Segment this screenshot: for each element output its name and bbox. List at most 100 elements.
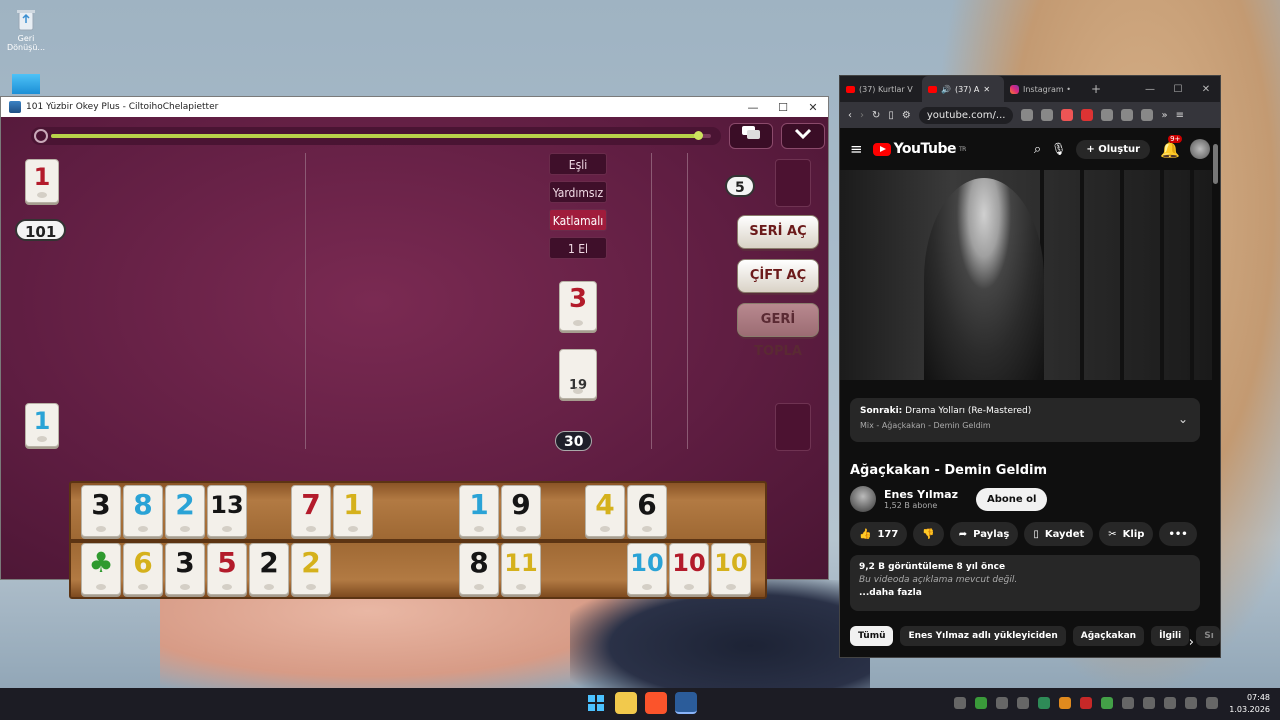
tab-youtube-2[interactable]: 🔊 (37) A ✕	[922, 76, 1004, 102]
tray-app-icon[interactable]	[975, 697, 987, 709]
forward-icon[interactable]: ›	[860, 110, 864, 121]
channel-avatar[interactable]	[850, 486, 876, 512]
tab-instagram[interactable]: Instagram •	[1004, 76, 1086, 102]
reload-icon[interactable]: ↻	[872, 110, 880, 121]
hamburger-icon[interactable]: ≡	[850, 140, 863, 158]
rack-tile[interactable]: 2	[291, 543, 331, 595]
rack-tile[interactable]: 2	[249, 543, 289, 595]
microphone-icon[interactable]: 🎙	[1051, 142, 1066, 156]
share-icon[interactable]	[1041, 109, 1054, 121]
search-icon[interactable]: ⌕	[1034, 142, 1041, 157]
video-player[interactable]	[840, 170, 1212, 380]
like-button[interactable]: 👍 177	[850, 522, 908, 546]
tab-youtube-1[interactable]: (37) Kurtlar V	[840, 76, 922, 102]
chip-artist[interactable]: Ağaçkakan	[1072, 626, 1145, 646]
tray-app-icon[interactable]	[1038, 697, 1050, 709]
clip-button[interactable]: ✂ Klip	[1099, 522, 1154, 546]
indicator-tile[interactable]: 1	[25, 403, 59, 447]
bookmark-icon[interactable]: ▯	[888, 110, 894, 121]
dislike-button[interactable]: 👎	[913, 522, 944, 546]
chevron-right-icon[interactable]: ›	[1189, 635, 1194, 650]
tray-app-icon[interactable]	[1122, 697, 1134, 709]
description-box[interactable]: 9,2 B görüntüleme 8 yıl önce Bu videoda …	[850, 555, 1200, 611]
rack-tile[interactable]: 10	[627, 543, 667, 595]
network-icon[interactable]	[1164, 697, 1176, 709]
rack-tile[interactable]: 11	[501, 543, 541, 595]
rack-tile[interactable]: 8	[459, 543, 499, 595]
menu-icon[interactable]: ≡	[1176, 110, 1184, 121]
rack-tile[interactable]: 13	[207, 485, 247, 537]
more-extensions-icon[interactable]: »	[1161, 110, 1167, 121]
rack-tile[interactable]: 10	[669, 543, 709, 595]
chip-related[interactable]: İlgili	[1151, 626, 1190, 646]
new-tab-button[interactable]: +	[1086, 82, 1106, 96]
extension-icon[interactable]	[1081, 109, 1094, 121]
rack-tile[interactable]: 6	[123, 543, 163, 595]
show-more-link[interactable]: ...daha fazla	[859, 588, 1191, 598]
joker-tile[interactable]: ♣	[81, 543, 121, 595]
ai-icon[interactable]	[1121, 109, 1134, 121]
shield-icon[interactable]	[1141, 109, 1154, 121]
rack-tile[interactable]: 8	[123, 485, 163, 537]
geri-topla-button[interactable]: GERİ TOPLA	[737, 303, 819, 359]
chip-more[interactable]: Sı	[1196, 626, 1221, 646]
save-button[interactable]: ▯ Kaydet	[1024, 522, 1094, 546]
rack-tile[interactable]: 5	[207, 543, 247, 595]
tray-app-icon[interactable]	[1101, 697, 1113, 709]
file-explorer-icon[interactable]	[615, 692, 637, 714]
avatar[interactable]	[1190, 139, 1210, 159]
rack-tile[interactable]: 9	[501, 485, 541, 537]
rack-tile[interactable]: 10	[711, 543, 751, 595]
rack-tile[interactable]: 4	[585, 485, 625, 537]
rack-tile[interactable]: 7	[291, 485, 331, 537]
wallet-icon[interactable]	[1101, 109, 1114, 121]
chevron-down-icon[interactable]: ⌄	[1178, 412, 1188, 426]
url-field[interactable]: youtube.com/...	[918, 106, 1014, 124]
rack-tile[interactable]: 2	[165, 485, 205, 537]
microphone-icon[interactable]	[1143, 697, 1155, 709]
rack-tile[interactable]: 6	[627, 485, 667, 537]
up-next-card[interactable]: Sonraki: Drama Yolları (Re-Mastered) Mix…	[850, 398, 1200, 442]
maximize-button[interactable]: ☐	[768, 101, 798, 114]
center-discard-tile[interactable]: 3	[559, 281, 597, 331]
okey-game-taskbar-icon[interactable]	[675, 692, 697, 714]
share-button[interactable]: ➦ Paylaş	[949, 522, 1019, 546]
close-button[interactable]: ✕	[798, 101, 828, 114]
channel-name[interactable]: Enes Yılmaz	[884, 488, 958, 501]
tray-app-icon[interactable]	[954, 697, 966, 709]
scrollbar[interactable]	[1213, 144, 1218, 654]
system-clock[interactable]: 07:48 1.03.2026	[1229, 692, 1270, 716]
rack-tile[interactable]: 3	[81, 485, 121, 537]
chip-all[interactable]: Tümü	[850, 626, 894, 646]
tray-app-icon[interactable]	[1080, 697, 1092, 709]
youtube-logo[interactable]: YouTube TR	[872, 141, 966, 157]
rack-tile[interactable]: 3	[165, 543, 205, 595]
desktop-icon-recycle-bin[interactable]: Geri Dönüşü...	[6, 6, 46, 52]
brave-browser-icon[interactable]	[645, 692, 667, 714]
notifications-button[interactable]: 🔔 9+	[1160, 134, 1183, 159]
cast-icon[interactable]	[1021, 109, 1034, 121]
close-tab-icon[interactable]: ✕	[983, 85, 990, 94]
player-discard-tile[interactable]: 1	[25, 159, 59, 203]
tray-app-icon[interactable]	[1017, 697, 1029, 709]
create-button[interactable]: + Oluştur	[1076, 139, 1151, 159]
extension-icon[interactable]	[1061, 109, 1074, 121]
rack-tile[interactable]: 1	[333, 485, 373, 537]
draw-pile-tile[interactable]: 19	[559, 349, 597, 399]
menu-button[interactable]	[781, 123, 825, 149]
site-info-icon[interactable]: ⚙	[902, 110, 911, 121]
minimize-button[interactable]: —	[1136, 84, 1164, 95]
desktop-icon-app[interactable]	[6, 74, 46, 96]
battery-icon[interactable]	[1206, 697, 1218, 709]
tray-app-icon[interactable]	[1059, 697, 1071, 709]
chat-button[interactable]	[729, 123, 773, 149]
tray-app-icon[interactable]	[996, 697, 1008, 709]
start-button[interactable]	[585, 692, 607, 714]
maximize-button[interactable]: ☐	[1164, 84, 1192, 95]
back-icon[interactable]: ‹	[848, 110, 852, 121]
subscribe-button[interactable]: Abone ol	[975, 487, 1048, 511]
volume-icon[interactable]	[1185, 697, 1197, 709]
cift-ac-button[interactable]: ÇİFT AÇ	[737, 259, 819, 293]
rack-tile[interactable]: 1	[459, 485, 499, 537]
seri-ac-button[interactable]: SERİ AÇ	[737, 215, 819, 249]
